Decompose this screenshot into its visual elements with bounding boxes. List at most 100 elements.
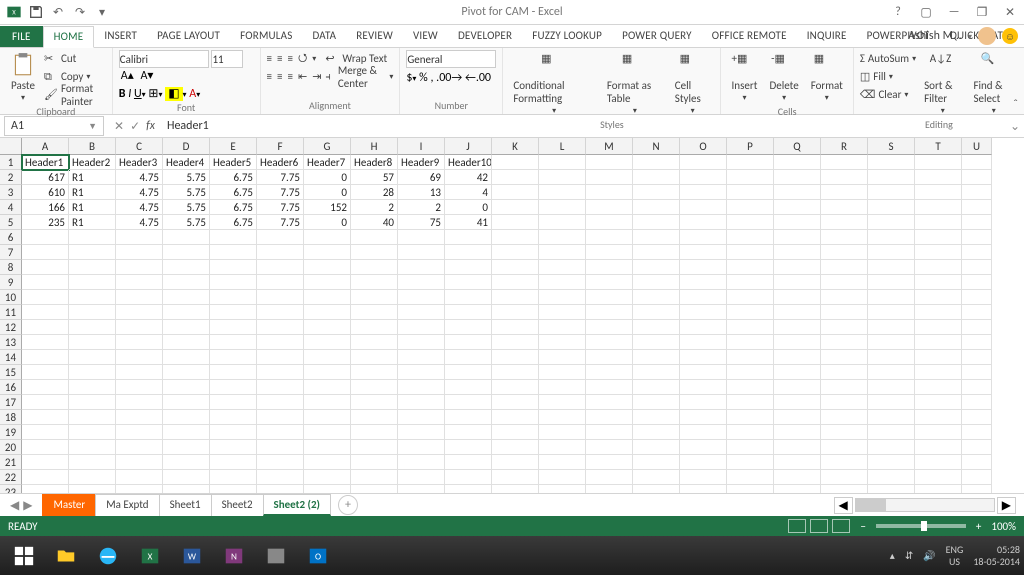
cell[interactable] — [116, 230, 163, 245]
cell[interactable] — [915, 260, 962, 275]
cell[interactable] — [586, 410, 633, 425]
cell[interactable] — [210, 485, 257, 493]
cell[interactable] — [868, 410, 915, 425]
cell[interactable] — [727, 410, 774, 425]
clear-button[interactable]: ⌫ Clear ▾ — [860, 86, 916, 103]
cell[interactable] — [633, 455, 680, 470]
cell[interactable] — [868, 185, 915, 200]
ribbon-tab-power-query[interactable]: POWER QUERY — [612, 26, 702, 47]
cell[interactable]: 2 — [398, 200, 445, 215]
cell[interactable] — [116, 335, 163, 350]
ribbon-tab-view[interactable]: VIEW — [403, 26, 448, 47]
user-name[interactable]: Ashish M... — [908, 29, 962, 43]
cell[interactable] — [680, 260, 727, 275]
cell[interactable] — [821, 230, 868, 245]
cell[interactable] — [586, 455, 633, 470]
cell[interactable] — [492, 260, 539, 275]
cell[interactable] — [210, 455, 257, 470]
cell[interactable] — [69, 485, 116, 493]
cell[interactable] — [257, 260, 304, 275]
row-header[interactable]: 5 — [0, 215, 22, 230]
cell[interactable] — [868, 395, 915, 410]
row-header[interactable]: 15 — [0, 365, 22, 380]
cell[interactable] — [868, 485, 915, 493]
cell[interactable] — [257, 380, 304, 395]
cell[interactable] — [633, 275, 680, 290]
cell[interactable] — [163, 335, 210, 350]
cell[interactable] — [868, 230, 915, 245]
cell[interactable] — [22, 245, 69, 260]
user-menu-chevron-icon[interactable] — [968, 29, 972, 43]
cell[interactable] — [351, 440, 398, 455]
cell[interactable] — [727, 245, 774, 260]
cell[interactable] — [633, 410, 680, 425]
cell[interactable] — [633, 485, 680, 493]
row-header[interactable]: 20 — [0, 440, 22, 455]
border-button[interactable]: ⊞ — [148, 87, 158, 101]
cell[interactable] — [398, 485, 445, 493]
cell[interactable] — [398, 410, 445, 425]
cell[interactable] — [915, 470, 962, 485]
cell[interactable] — [680, 305, 727, 320]
cell[interactable] — [351, 470, 398, 485]
cell[interactable] — [915, 365, 962, 380]
cell[interactable] — [915, 425, 962, 440]
cell[interactable] — [210, 320, 257, 335]
cell[interactable] — [22, 275, 69, 290]
cell[interactable] — [821, 200, 868, 215]
cell[interactable] — [398, 365, 445, 380]
cell[interactable] — [351, 395, 398, 410]
cell[interactable] — [868, 440, 915, 455]
cell[interactable] — [257, 365, 304, 380]
cell[interactable] — [539, 425, 586, 440]
cell[interactable] — [539, 200, 586, 215]
cell[interactable] — [210, 440, 257, 455]
cell[interactable] — [727, 200, 774, 215]
cell[interactable] — [915, 455, 962, 470]
cell[interactable] — [445, 260, 492, 275]
cell[interactable] — [257, 470, 304, 485]
horizontal-scrollbar[interactable] — [855, 498, 995, 512]
cell[interactable] — [915, 410, 962, 425]
cell[interactable] — [774, 245, 821, 260]
cell[interactable] — [868, 470, 915, 485]
cell[interactable]: 7.75 — [257, 185, 304, 200]
cell[interactable] — [680, 200, 727, 215]
row-header[interactable]: 16 — [0, 380, 22, 395]
cell[interactable]: 28 — [351, 185, 398, 200]
cell[interactable] — [586, 485, 633, 493]
cell[interactable] — [633, 155, 680, 170]
cell[interactable] — [586, 275, 633, 290]
cell[interactable] — [680, 185, 727, 200]
cell[interactable] — [492, 455, 539, 470]
font-size-input[interactable] — [211, 50, 243, 68]
autosum-button[interactable]: Σ AutoSum ▾ — [860, 50, 916, 67]
cell[interactable] — [727, 365, 774, 380]
cell[interactable] — [868, 455, 915, 470]
cell[interactable]: 13 — [398, 185, 445, 200]
ribbon-tab-file[interactable]: FILE — [0, 26, 43, 47]
row-header[interactable]: 19 — [0, 425, 22, 440]
decrease-font-icon[interactable]: A▾ — [138, 69, 155, 83]
row-header[interactable]: 12 — [0, 320, 22, 335]
cell[interactable] — [445, 230, 492, 245]
cell[interactable]: 0 — [445, 200, 492, 215]
cell[interactable] — [774, 455, 821, 470]
cell[interactable] — [351, 260, 398, 275]
cell[interactable] — [492, 320, 539, 335]
word-taskbar-icon[interactable]: W — [172, 540, 212, 572]
cell[interactable] — [868, 245, 915, 260]
cell[interactable] — [69, 350, 116, 365]
cell[interactable] — [351, 290, 398, 305]
cell[interactable] — [398, 260, 445, 275]
comma-format-icon[interactable]: , — [430, 71, 433, 85]
cell[interactable]: 0 — [304, 215, 351, 230]
cell[interactable] — [351, 335, 398, 350]
cell[interactable]: 4.75 — [116, 185, 163, 200]
cell[interactable] — [774, 410, 821, 425]
font-name-input[interactable] — [119, 50, 209, 68]
increase-font-icon[interactable]: A▴ — [119, 69, 136, 83]
cell[interactable] — [539, 380, 586, 395]
cell[interactable] — [821, 455, 868, 470]
cell[interactable] — [868, 290, 915, 305]
